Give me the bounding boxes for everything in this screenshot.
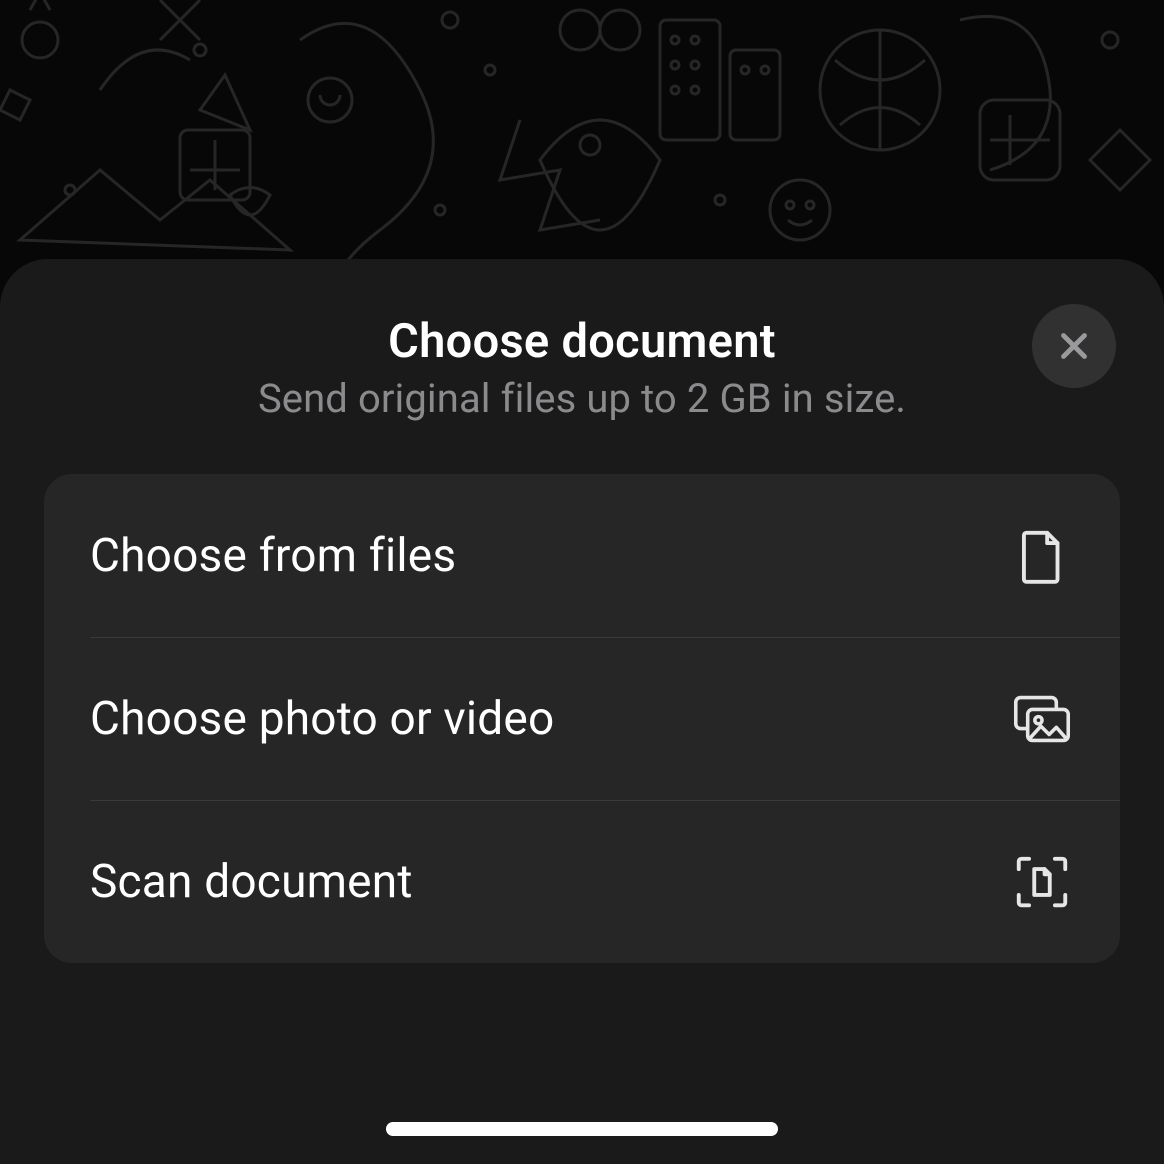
photo-video-icon — [1010, 687, 1074, 751]
choose-from-files-option[interactable]: Choose from files — [44, 474, 1120, 637]
document-options-menu: Choose from files Choose photo or video — [44, 474, 1120, 963]
sheet-subtitle: Send original files up to 2 GB in size. — [40, 375, 1124, 422]
scan-document-icon — [1010, 850, 1074, 914]
choose-photo-or-video-option[interactable]: Choose photo or video — [90, 637, 1120, 800]
action-sheet: Choose document Send original files up t… — [0, 259, 1164, 1164]
close-icon — [1056, 328, 1092, 364]
menu-item-label: Scan document — [90, 855, 413, 909]
menu-item-label: Choose photo or video — [90, 692, 554, 746]
close-button[interactable] — [1032, 304, 1116, 388]
scan-document-option[interactable]: Scan document — [90, 800, 1120, 963]
home-indicator[interactable] — [386, 1122, 778, 1136]
menu-item-label: Choose from files — [90, 529, 456, 583]
file-icon — [1010, 524, 1074, 588]
sheet-title: Choose document — [40, 314, 1124, 369]
sheet-header: Choose document Send original files up t… — [0, 314, 1164, 422]
